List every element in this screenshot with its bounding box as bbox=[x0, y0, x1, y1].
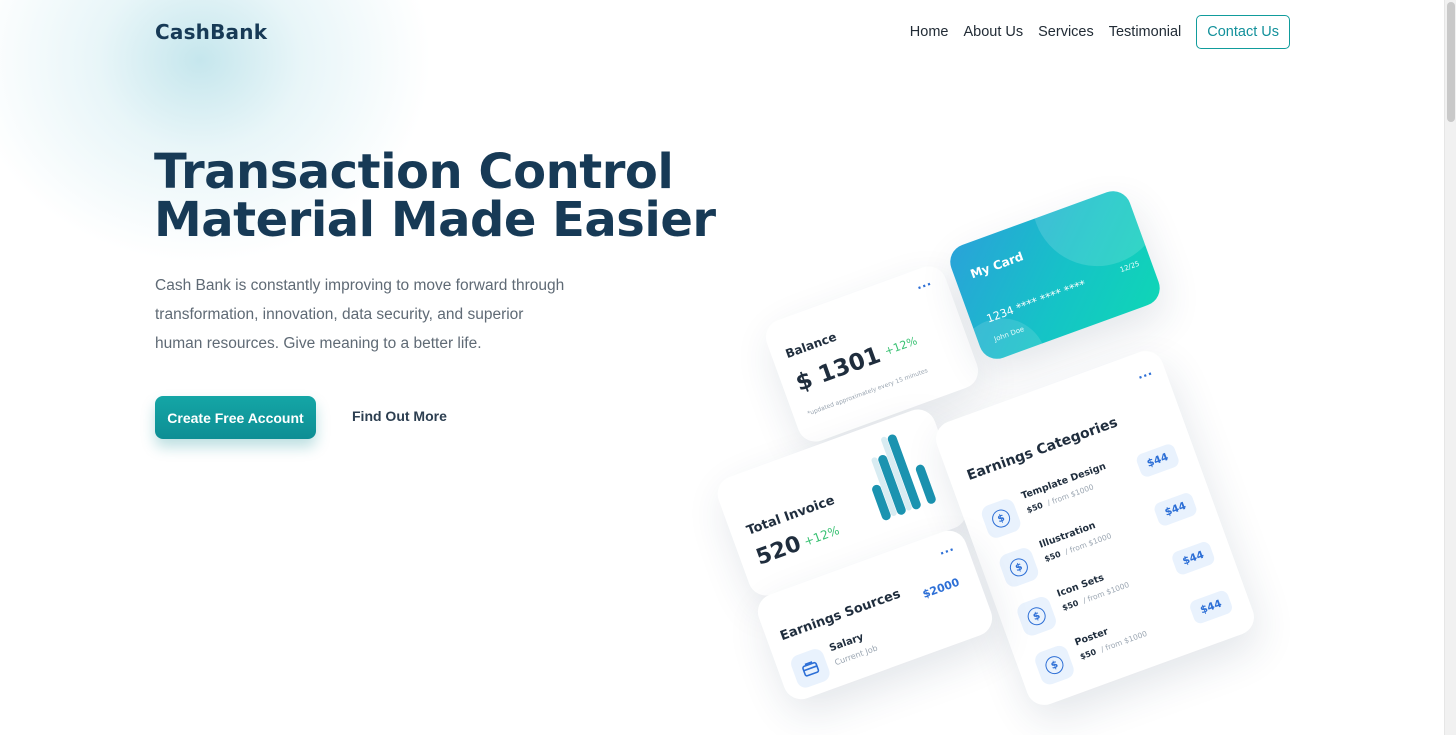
balance-menu-icon[interactable]: ... bbox=[914, 274, 933, 292]
category-badge: $44 bbox=[1152, 491, 1199, 528]
dollar-icon: $ bbox=[1032, 643, 1077, 687]
hero-description: Cash Bank is constantly improving to mov… bbox=[155, 277, 565, 352]
hero-title-line-1: Transaction Control bbox=[154, 144, 674, 200]
dollar-icon: $ bbox=[979, 496, 1023, 541]
site-header: CashBank Home About Us Services Testimon… bbox=[0, 0, 1444, 65]
my-card: My Card 1234 **** **** **** 12/25 John D… bbox=[945, 186, 1165, 364]
card-number: 1234 **** **** **** bbox=[984, 277, 1088, 326]
dollar-icon: $ bbox=[1014, 594, 1059, 639]
category-price: $50 bbox=[1061, 598, 1080, 613]
nav-home[interactable]: Home bbox=[910, 24, 949, 40]
page-scrollbar[interactable] bbox=[1444, 0, 1456, 735]
dashboard-illustration: Balance $ 1301 +12% *updated approximate… bbox=[690, 180, 1280, 710]
wallet-icon bbox=[788, 646, 833, 691]
sources-menu-icon[interactable]: ... bbox=[937, 539, 956, 557]
create-account-button[interactable]: Create Free Account bbox=[155, 396, 316, 439]
category-badge: $44 bbox=[1188, 588, 1234, 626]
category-badge: $44 bbox=[1134, 442, 1181, 479]
main-nav: Home About Us Services Testimonial Conta… bbox=[895, 15, 1290, 49]
category-price: $50 bbox=[1078, 647, 1098, 662]
logo[interactable]: CashBank bbox=[155, 20, 267, 44]
nav-about[interactable]: About Us bbox=[963, 24, 1023, 40]
nav-services[interactable]: Services bbox=[1038, 24, 1094, 40]
balance-change: +12% bbox=[882, 334, 919, 359]
category-price: $50 bbox=[1025, 500, 1045, 515]
card-title: My Card bbox=[968, 249, 1026, 282]
category-badge: $44 bbox=[1170, 540, 1217, 577]
contact-button[interactable]: Contact Us bbox=[1196, 15, 1290, 49]
category-price: $50 bbox=[1043, 549, 1063, 564]
dollar-icon: $ bbox=[997, 545, 1041, 590]
source-amount: $2000 bbox=[920, 575, 962, 601]
card-expiry: 12/25 bbox=[1118, 259, 1141, 275]
card-decoration-circle bbox=[1013, 186, 1165, 285]
scrollbar-thumb[interactable] bbox=[1447, 2, 1455, 122]
sources-title: Earnings Sources bbox=[778, 586, 903, 645]
invoice-value: 520 bbox=[752, 531, 805, 571]
hero-title: Transaction Control Material Made Easier bbox=[154, 148, 716, 244]
balance-title: Balance bbox=[783, 329, 839, 362]
categories-menu-icon[interactable]: ... bbox=[1135, 364, 1154, 382]
hero-title-line-2: Material Made Easier bbox=[154, 192, 716, 248]
invoice-bar bbox=[915, 464, 936, 504]
find-out-more-link[interactable]: Find Out More bbox=[352, 408, 447, 424]
invoice-change: +12% bbox=[801, 523, 842, 549]
earnings-categories-card: Earnings Categories ... $ Template Desig… bbox=[930, 346, 1260, 710]
nav-testimonial[interactable]: Testimonial bbox=[1109, 24, 1182, 40]
balance-card: Balance $ 1301 +12% *updated approximate… bbox=[760, 261, 984, 447]
